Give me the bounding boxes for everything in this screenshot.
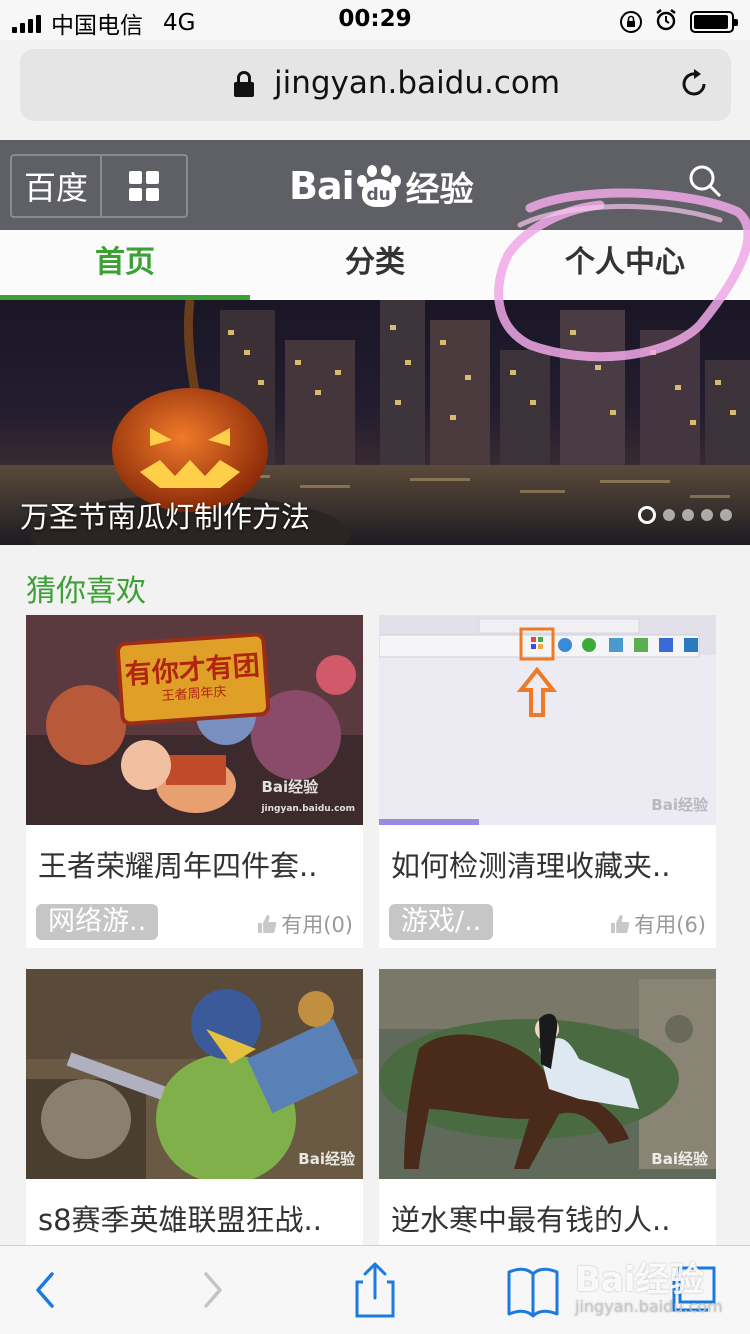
logo-bai-text: Bai [289,164,355,208]
card-useful-count[interactable]: 有用(0) [256,909,353,939]
address-bar[interactable]: jingyan.baidu.com [20,49,731,121]
card-watermark: Bai经验 [298,1150,355,1168]
carousel-dot[interactable] [720,509,732,521]
page-watermark: Bai经验 jingyan.baidu.com [575,1260,723,1316]
carousel-dot[interactable] [663,509,675,521]
back-button[interactable] [18,1260,78,1320]
recommendation-card[interactable]: 有你才有团 王者周年庆 Bai经验 jingyan.baidu.com 王者荣耀周… [26,615,363,948]
carousel-dot[interactable] [682,509,694,521]
battery-icon [690,11,738,33]
card-thumbnail: Bai经验 [379,969,716,1179]
card-useful-count[interactable]: 有用(6) [609,909,706,939]
card-title[interactable]: 逆水寒中最有钱的人.. [391,1197,670,1239]
forward-button[interactable] [180,1260,240,1320]
card-thumbnail: Bai经验 [379,615,716,825]
tab-categories[interactable]: 分类 [250,230,500,300]
phone-screen: 中国电信 4G 00:29 jingyan.baidu.com 百度 Bai d… [0,0,750,1334]
bookmarks-button[interactable] [503,1260,563,1320]
header-button-group: 百度 [10,154,188,218]
grid-icon [129,171,159,201]
reload-icon[interactable] [679,68,711,100]
banner-caption[interactable]: 万圣节南瓜灯制作方法 [20,494,310,536]
logo-jingyan-text: 经验 [405,169,474,210]
card-category-tag[interactable]: 网络游.. [36,904,159,940]
status-right [620,8,738,36]
carousel-dots [638,506,732,524]
card-thumbnail: 有你才有团 王者周年庆 Bai经验 jingyan.baidu.com [26,615,363,825]
card-title[interactable]: s8赛季英雄联盟狂战.. [38,1197,322,1239]
share-button[interactable] [345,1260,405,1320]
status-bar: 中国电信 4G 00:29 [0,0,750,40]
section-title-recommendations: 猜你喜欢 [26,574,146,609]
search-icon[interactable] [688,164,722,198]
baidu-home-button[interactable]: 百度 [12,156,102,216]
url-text[interactable]: jingyan.baidu.com [274,65,560,101]
alarm-clock-icon [654,8,678,36]
card-watermark: Bai经验 [651,796,708,814]
tab-personal-center[interactable]: 个人中心 [500,230,750,300]
lock-icon [234,71,254,97]
carousel-dot[interactable] [701,509,713,521]
orientation-lock-icon [620,11,642,33]
recommendation-card[interactable]: Bai经验 逆水寒中最有钱的人.. [379,969,716,1245]
card-watermark: Bai经验 jingyan.baidu.com [261,778,355,814]
card-art-title: 有你才有团 王者周年庆 [115,631,271,727]
card-category-tag[interactable]: 游戏/.. [389,904,494,940]
card-title[interactable]: 如何检测清理收藏夹.. [391,843,670,885]
carousel-dot-active[interactable] [638,506,656,524]
nav-tabs: 首页 分类 个人中心 [0,230,750,300]
apps-menu-button[interactable] [102,156,186,216]
baidu-jingyan-logo[interactable]: Bai du 经验 [289,156,474,216]
banner-carousel[interactable]: 万圣节南瓜灯制作方法 [0,300,750,545]
paw-icon: du [356,163,402,209]
recommendation-card[interactable]: Bai经验 s8赛季英雄联盟狂战.. [26,969,363,1245]
card-title[interactable]: 王者荣耀周年四件套.. [38,843,317,885]
card-watermark: Bai经验 [651,1150,708,1168]
thumbs-up-icon [258,915,277,933]
logo-du-text: du [361,179,396,207]
card-thumbnail: Bai经验 [26,969,363,1179]
thumbs-up-icon [611,915,630,933]
recommendation-card[interactable]: Bai经验 如何检测清理收藏夹.. 游戏/.. 有用(6) [379,615,716,948]
tab-home[interactable]: 首页 [0,230,250,300]
